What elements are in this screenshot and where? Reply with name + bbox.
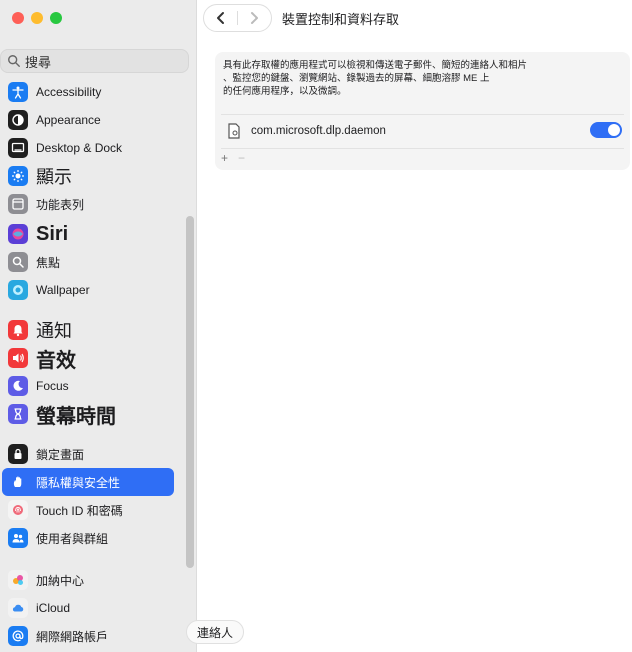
device-control-panel: 具有此存取權的應用程式可以檢視和傳送電子郵件、簡短的連絡人和相片 、監控您的鍵盤…: [215, 52, 630, 170]
sidebar-item-lock-screen[interactable]: 鎖定畫面: [2, 440, 174, 468]
sidebar-item-appearance[interactable]: Appearance: [2, 106, 174, 134]
sidebar-item-spotlight[interactable]: 焦點: [2, 248, 174, 276]
game-center-icon: [8, 570, 28, 590]
sidebar-item-label: Touch ID 和密碼: [36, 503, 123, 518]
sidebar-item-internet-accounts[interactable]: 網際網路帳戶: [2, 622, 174, 650]
sidebar-item-touch-id[interactable]: Touch ID 和密碼: [2, 496, 174, 524]
sidebar-item-label: iCloud: [36, 601, 71, 615]
display-icon: [8, 166, 28, 186]
appearance-icon: [8, 110, 28, 130]
screen-time-icon: [8, 404, 28, 424]
sidebar-item-display[interactable]: 顯示: [2, 162, 174, 190]
sidebar-item-screen-time[interactable]: 螢幕時間: [2, 400, 174, 428]
chevron-left-icon: [216, 12, 224, 24]
zoom-window-button[interactable]: [50, 12, 62, 24]
sidebar-item-wallpaper[interactable]: Wallpaper: [2, 276, 174, 304]
sidebar-item-label: 使用者與群組: [36, 531, 109, 546]
app-row: com.microsoft.dlp.daemon: [215, 120, 630, 142]
sidebar-item-label: 音效: [36, 349, 76, 372]
minimize-window-button[interactable]: [31, 12, 43, 24]
sidebar-item-icloud[interactable]: iCloud: [2, 594, 174, 622]
sidebar-item-label: 通知: [36, 321, 72, 341]
lock-screen-icon: [8, 444, 28, 464]
sidebar-item-label: 焦點: [36, 255, 61, 270]
app-name: com.microsoft.dlp.daemon: [251, 125, 386, 137]
sidebar-item-label: Wallpaper: [36, 283, 90, 297]
privacy-hand-icon: [8, 472, 28, 492]
sidebar-item-sound[interactable]: 音效: [2, 344, 174, 372]
spotlight-icon: [8, 252, 28, 272]
sidebar-item-notifications[interactable]: 通知: [2, 316, 174, 344]
description-line-1: 具有此存取權的應用程式可以檢視和傳送電子郵件、簡短的連絡人和相片: [223, 60, 528, 71]
sidebar-item-label: Appearance: [36, 113, 101, 127]
sidebar: 搜尋 Accessibility Appearance Desktop & Dock…: [0, 0, 197, 652]
chevron-right-icon: [251, 12, 259, 24]
divider: [221, 114, 624, 115]
sidebar-nav: Accessibility Appearance Desktop & Dock 顯示功…: [0, 76, 185, 652]
sidebar-item-label: 顯示: [36, 167, 72, 187]
sidebar-item-label: 加納中心: [36, 573, 85, 588]
add-remove-controls: + −: [221, 151, 245, 165]
sidebar-item-users-groups[interactable]: 使用者與群組: [2, 524, 174, 552]
page-title: 裝置控制和資料存取: [282, 12, 400, 27]
file-document-icon: [228, 123, 240, 139]
touch-id-icon: [8, 500, 28, 520]
add-button[interactable]: +: [221, 151, 228, 165]
siri-icon: [8, 224, 28, 244]
sidebar-item-label: 網際網路帳戶: [36, 629, 109, 644]
focus-icon: [8, 376, 28, 396]
sidebar-item-desktop-dock[interactable]: Desktop & Dock: [2, 134, 174, 162]
description-line-2: 、監控您的鍵盤、瀏覽網站、錄製過去的屏幕、細胞溶膠 ME 上: [223, 73, 490, 84]
search-input[interactable]: 搜尋: [0, 49, 189, 73]
forward-button[interactable]: [238, 5, 271, 31]
desktop-dock-icon: [8, 138, 28, 158]
description-line-3: 的任何應用程序，以及微調。: [223, 86, 347, 97]
notifications-icon: [8, 320, 28, 340]
sidebar-item-label: 功能表列: [36, 197, 85, 212]
sidebar-item-label: Accessibility: [36, 85, 102, 99]
search-icon: [8, 55, 20, 67]
sound-icon: [8, 348, 28, 368]
sidebar-item-siri[interactable]: Siri: [2, 220, 174, 248]
sidebar-item-label: 螢幕時間: [36, 405, 116, 428]
sidebar-item-label: Siri: [36, 222, 69, 245]
icloud-icon: [8, 598, 28, 618]
panel-description: 具有此存取權的應用程式可以檢視和傳送電子郵件、簡短的連絡人和相片 、監控您的鍵盤…: [223, 59, 583, 98]
accessibility-icon: [8, 82, 28, 102]
sidebar-item-label: Desktop & Dock: [36, 141, 123, 155]
toggle-knob: [608, 124, 620, 136]
internet-accounts-icon: [8, 626, 28, 646]
sidebar-item-privacy-hand[interactable]: 隱私權與安全性: [2, 468, 174, 496]
divider: [221, 148, 624, 149]
sidebar-item-accessibility[interactable]: Accessibility: [2, 78, 174, 106]
sidebar-item-label: Focus: [36, 379, 69, 393]
users-groups-icon: [8, 528, 28, 548]
remove-button[interactable]: −: [238, 151, 245, 165]
navigation-buttons: [203, 4, 272, 32]
wallpaper-icon: [8, 280, 28, 300]
close-window-button[interactable]: [12, 12, 24, 24]
tooltip: 連絡人: [186, 620, 245, 644]
sidebar-item-game-center[interactable]: 加納中心: [2, 566, 174, 594]
sidebar-item-focus[interactable]: Focus: [2, 372, 174, 400]
search-placeholder: 搜尋: [25, 54, 52, 70]
window-controls: [12, 12, 62, 24]
sidebar-scrollbar[interactable]: [186, 216, 194, 568]
sidebar-item-menu-bar[interactable]: 功能表列: [2, 190, 174, 218]
sidebar-item-label: 鎖定畫面: [36, 447, 85, 462]
sidebar-item-label: 隱私權與安全性: [36, 475, 121, 490]
menu-bar-icon: [8, 194, 28, 214]
app-access-toggle[interactable]: [590, 122, 622, 138]
back-button[interactable]: [204, 5, 237, 31]
